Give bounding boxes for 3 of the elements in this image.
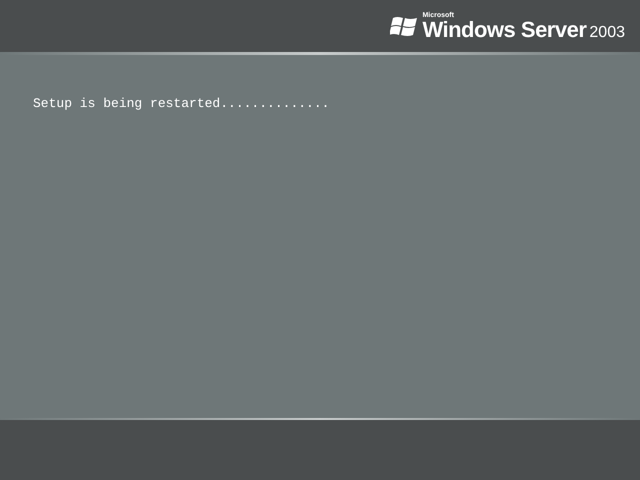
- product-name: Windows Server: [422, 18, 586, 40]
- version-number: 2003: [589, 24, 625, 40]
- status-message: Setup is being restarted..............: [33, 96, 330, 111]
